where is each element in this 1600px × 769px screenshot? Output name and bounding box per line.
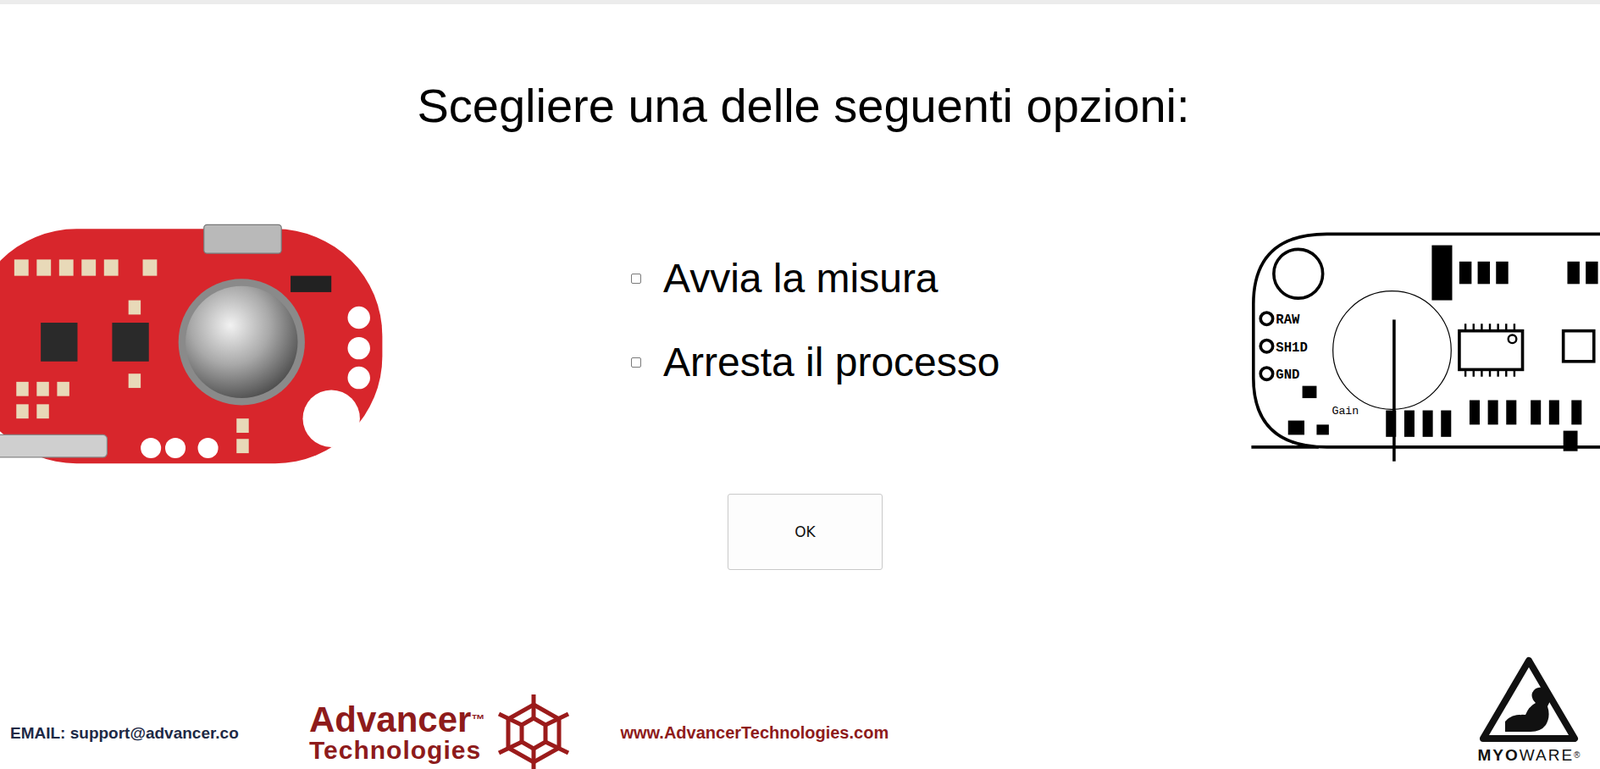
footer-info: EMAIL: support@advancer.co Advancer™ Tec… [0, 697, 889, 769]
registered-mark: ® [1573, 750, 1580, 760]
option-checkbox[interactable] [631, 357, 642, 368]
logo-text: WARE [1519, 746, 1574, 765]
flexed-arm-icon [1476, 653, 1582, 746]
brand-name: Advancer [309, 699, 471, 740]
top-strip [0, 0, 1600, 5]
page: Scegliere una delle seguenti opzioni: [0, 0, 1600, 769]
option-checkbox[interactable] [631, 273, 642, 284]
options-list: Avvia la misura Arresta il processo [385, 217, 1250, 468]
gain-label: Gain [1331, 404, 1359, 418]
logo-text: MYO [1478, 746, 1520, 765]
pin-label: RAW [1275, 312, 1301, 328]
sensor-diagram: RAW SH1D GND Gain [1249, 217, 1600, 468]
brand-subtitle: Technologies [309, 736, 485, 765]
ok-button[interactable]: OK [727, 493, 883, 571]
myoware-logo: MYOWARE® [1476, 653, 1582, 769]
sensor-photo [0, 217, 386, 468]
pin-label: GND [1275, 367, 1300, 383]
option-label[interactable]: Avvia la misura [663, 254, 939, 304]
trademark: ™ [470, 712, 485, 727]
pin-label: SH1D [1275, 340, 1308, 356]
footer: EMAIL: support@advancer.co Advancer™ Tec… [0, 646, 1600, 769]
support-email[interactable]: EMAIL: support@advancer.co [0, 724, 310, 743]
option-row[interactable]: Arresta il processo [631, 337, 1250, 388]
option-row[interactable]: Avvia la misura [631, 254, 1250, 304]
content-row: Avvia la misura Arresta il processo RAW S… [0, 217, 1600, 468]
title: Scegliere una delle seguenti opzioni: [0, 77, 1600, 135]
website-link[interactable]: www.AdvancerTechnologies.com [620, 723, 889, 743]
option-label[interactable]: Arresta il processo [663, 337, 1000, 388]
advancer-logo: Advancer™ Technologies [309, 692, 576, 769]
hexagon-logo-icon [491, 692, 576, 769]
